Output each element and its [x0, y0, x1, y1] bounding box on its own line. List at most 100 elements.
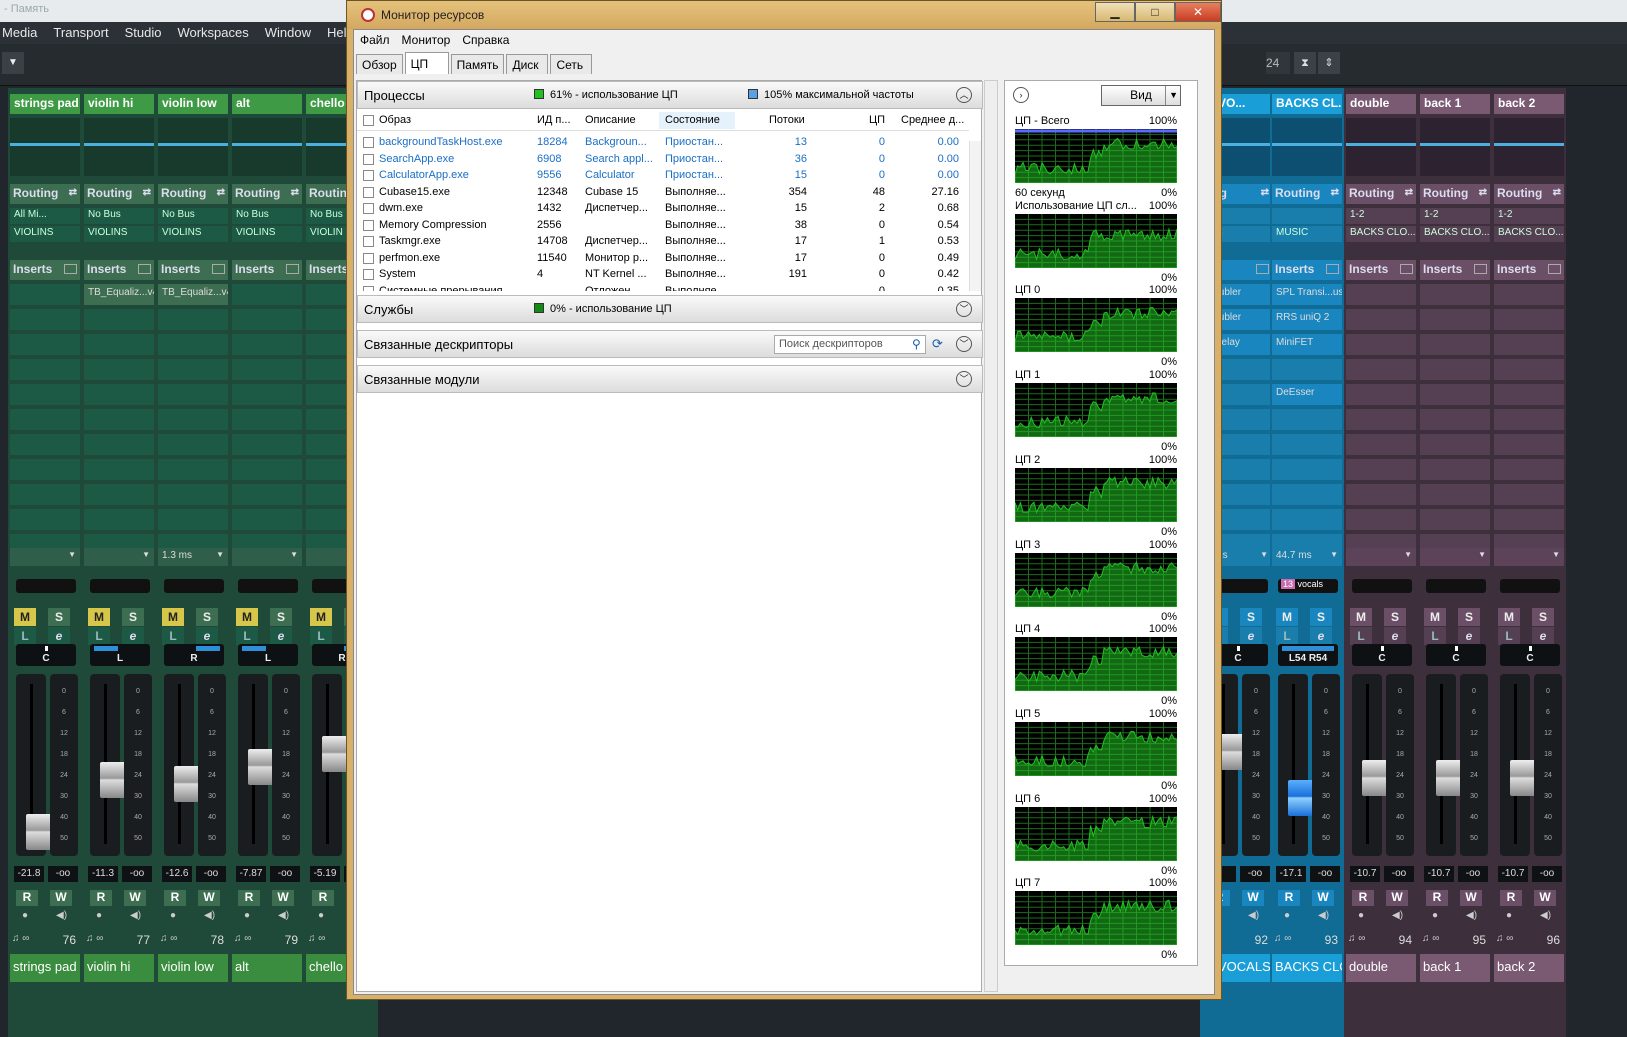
menu-studio[interactable]: Studio: [123, 22, 176, 44]
insert-slot[interactable]: [232, 334, 302, 355]
edit-button[interactable]: e: [122, 627, 144, 645]
chevron-down-icon[interactable]: ﹀: [956, 336, 972, 352]
col-pid[interactable]: ИД п...: [537, 114, 571, 126]
insert-slot[interactable]: [1494, 334, 1564, 355]
insert-slot[interactable]: [158, 459, 228, 480]
edit-button[interactable]: e: [270, 627, 292, 645]
routing-header[interactable]: Routing ⇄: [1494, 184, 1564, 204]
insert-slot[interactable]: [10, 309, 80, 330]
link-icon[interactable]: ∞: [318, 933, 325, 944]
volume-value[interactable]: -21.8: [14, 866, 44, 882]
routing-header[interactable]: Routing ⇄: [1420, 184, 1490, 204]
group-display[interactable]: [238, 579, 298, 593]
chevron-down-icon[interactable]: ▼: [2, 52, 24, 74]
fader-cap[interactable]: [322, 736, 348, 772]
process-checkbox[interactable]: [363, 285, 374, 291]
insert-slot[interactable]: [84, 334, 154, 355]
volume-fader[interactable]: [1278, 674, 1314, 856]
process-row[interactable]: CalculatorApp.exe 9556 Calculator Приост…: [357, 166, 969, 183]
read-button[interactable]: R: [1352, 890, 1374, 906]
insert-slot[interactable]: [232, 384, 302, 405]
menu-help[interactable]: Справка: [456, 30, 515, 50]
process-row[interactable]: Taskmgr.exe 14708 Диспетчер... Выполняе.…: [357, 232, 969, 249]
process-row[interactable]: SearchApp.exe 6908 Search appl... Приост…: [357, 150, 969, 167]
process-checkbox[interactable]: [363, 269, 374, 280]
routing-header[interactable]: Routing ⇄: [158, 184, 228, 204]
record-icon[interactable]: ●: [1432, 910, 1438, 921]
peak-value[interactable]: -oo: [1458, 866, 1488, 882]
write-button[interactable]: W: [1534, 890, 1556, 906]
insert-slot[interactable]: TB_Equaliz...v4: [84, 284, 154, 305]
tab-disk[interactable]: Диск: [506, 54, 549, 74]
insert-slot[interactable]: [232, 484, 302, 505]
insert-slot[interactable]: [1346, 459, 1416, 480]
insert-slot[interactable]: [232, 409, 302, 430]
write-button[interactable]: W: [272, 890, 294, 906]
insert-slot[interactable]: RRS uniQ 2: [1272, 309, 1342, 330]
channel-name[interactable]: back 2: [1494, 94, 1564, 114]
mute-button[interactable]: M: [162, 608, 184, 626]
inserts-header[interactable]: Inserts: [84, 260, 154, 280]
insert-slot[interactable]: [84, 384, 154, 405]
pan-control[interactable]: C: [1426, 644, 1486, 666]
fader-cap[interactable]: [1288, 780, 1314, 816]
write-button[interactable]: W: [1460, 890, 1482, 906]
process-row[interactable]: System 4 NT Kernel ... Выполняе... 191 0…: [357, 265, 969, 282]
output-bus[interactable]: MUSIC: [1272, 226, 1342, 242]
latency-display[interactable]: ▼: [10, 548, 80, 566]
insert-slot[interactable]: [1494, 309, 1564, 330]
insert-slot[interactable]: [232, 359, 302, 380]
mute-button[interactable]: M: [236, 608, 258, 626]
insert-slot[interactable]: [1346, 359, 1416, 380]
peak-value[interactable]: -oo: [196, 866, 226, 882]
pan-control[interactable]: L: [90, 644, 150, 666]
process-checkbox[interactable]: [363, 186, 374, 198]
link-icon[interactable]: ∞: [22, 933, 29, 944]
col-cpu[interactable]: ЦП: [869, 114, 885, 126]
menu-file[interactable]: Файл: [354, 30, 396, 50]
insert-slot[interactable]: [84, 434, 154, 455]
fader-cap[interactable]: [1510, 760, 1536, 796]
output-bus[interactable]: BACKS CLO...: [1346, 226, 1416, 242]
routing-icon[interactable]: ⇄: [1331, 187, 1339, 198]
read-button[interactable]: R: [1500, 890, 1522, 906]
solo-button[interactable]: S: [122, 608, 144, 626]
record-icon[interactable]: ●: [170, 910, 176, 921]
pan-control[interactable]: L54 R54: [1278, 644, 1338, 666]
insert-slot[interactable]: [1272, 359, 1342, 380]
group-display[interactable]: [1352, 579, 1412, 593]
link-icon[interactable]: ∞: [1432, 933, 1439, 944]
volume-value[interactable]: -7.87: [236, 866, 266, 882]
insert-bypass-icon[interactable]: [64, 264, 77, 274]
fader-cap[interactable]: [1362, 760, 1388, 796]
read-button[interactable]: R: [164, 890, 186, 906]
group-display[interactable]: 13 vocals: [1278, 579, 1338, 593]
write-button[interactable]: W: [124, 890, 146, 906]
solo-button[interactable]: S: [196, 608, 218, 626]
tab-network[interactable]: Сеть: [550, 54, 593, 74]
listen-button[interactable]: L: [1276, 627, 1298, 645]
output-bus[interactable]: VIOLINS: [84, 226, 154, 242]
menu-window[interactable]: Window: [263, 22, 325, 44]
channel-name[interactable]: BACKS CL...: [1272, 94, 1342, 114]
chevron-up-icon[interactable]: ︿: [956, 87, 972, 103]
speaker-icon[interactable]: ◀): [1248, 910, 1259, 921]
tab-memory[interactable]: Память: [450, 54, 505, 74]
col-state[interactable]: Состояние: [659, 112, 735, 129]
col-threads[interactable]: Потоки: [769, 114, 805, 126]
volume-fader[interactable]: [238, 674, 274, 856]
peak-value[interactable]: -oo: [122, 866, 152, 882]
read-button[interactable]: R: [1426, 890, 1448, 906]
read-button[interactable]: R: [238, 890, 260, 906]
latency-display[interactable]: ▼: [1420, 548, 1490, 566]
insert-bypass-icon[interactable]: [1548, 264, 1561, 274]
insert-slot[interactable]: [10, 384, 80, 405]
menu-monitor[interactable]: Монитор: [396, 30, 457, 50]
volume-fader[interactable]: [1352, 674, 1388, 856]
peak-value[interactable]: -oo: [1384, 866, 1414, 882]
read-button[interactable]: R: [90, 890, 112, 906]
insert-slot[interactable]: [1420, 409, 1490, 430]
insert-slot[interactable]: [1420, 359, 1490, 380]
solo-button[interactable]: S: [270, 608, 292, 626]
edit-button[interactable]: e: [1532, 627, 1554, 645]
